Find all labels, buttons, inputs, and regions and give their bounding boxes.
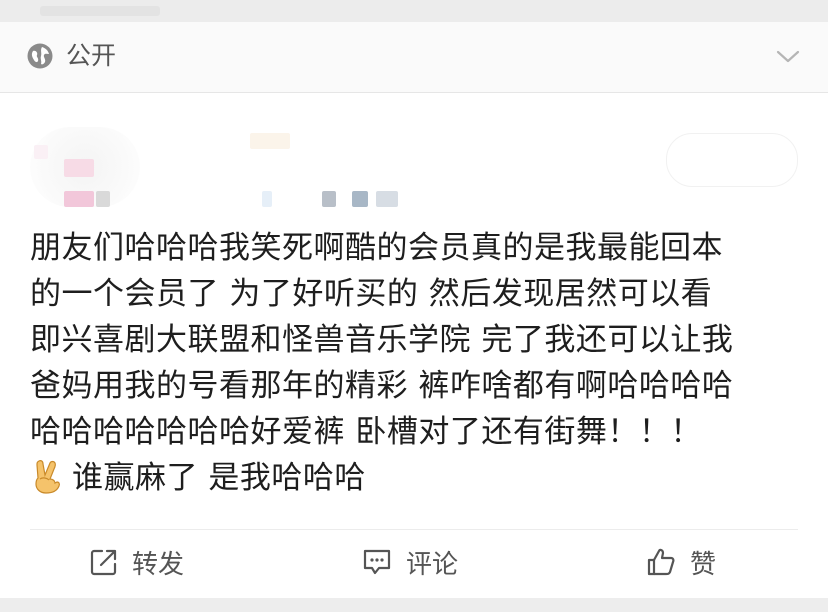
repost-button[interactable]: 转发 — [90, 544, 184, 580]
victory-hand-emoji-icon — [35, 460, 60, 494]
blurred-name-block — [96, 191, 110, 207]
post-text: 朋友们哈哈哈我笑死啊酷的会员真的是我最能回本 的一个会员了 为了好听买的 然后发… — [30, 225, 810, 501]
blurred-follow-button — [666, 133, 798, 187]
blurred-name-block — [34, 145, 48, 159]
blurred-name-block — [64, 191, 94, 207]
comment-icon — [363, 549, 391, 575]
chevron-down-icon[interactable] — [776, 44, 800, 68]
post-line: 爸妈用我的号看那年的精彩 裤咋啥都有啊哈哈哈哈 — [30, 368, 734, 404]
post-last-line-text: 谁赢麻了 是我哈哈哈 — [72, 460, 366, 496]
visibility-label: 公开 — [66, 41, 117, 70]
comment-button[interactable]: 评论 — [362, 544, 458, 580]
post-card: 朋友们哈哈哈我笑死啊酷的会员真的是我最能回本 的一个会员了 为了好听买的 然后发… — [0, 93, 828, 598]
thumbs-up-icon — [647, 548, 675, 576]
blurred-meta-block — [322, 191, 336, 207]
post-line: 哈哈哈哈哈哈哈好爱裤 卧槽对了还有街舞！！！ — [30, 414, 702, 450]
blurred-meta-block — [376, 191, 398, 207]
like-label: 赞 — [690, 549, 717, 580]
post-line: 朋友们哈哈哈我笑死啊酷的会员真的是我最能回本 — [30, 230, 723, 266]
repost-icon — [90, 549, 117, 576]
blurred-name-block — [64, 159, 94, 177]
post-last-line: 谁赢麻了 是我哈哈哈 — [30, 455, 810, 501]
globe-icon — [27, 43, 53, 69]
blurred-meta-block — [262, 191, 272, 207]
like-button[interactable]: 赞 — [646, 544, 716, 580]
blurred-meta-block — [352, 191, 368, 207]
blurred-meta-block — [250, 133, 290, 149]
repost-label: 转发 — [132, 549, 185, 580]
top-strip-placeholder — [40, 6, 160, 16]
post-line: 即兴喜剧大联盟和怪兽音乐学院 完了我还可以让我 — [30, 322, 734, 358]
bottom-strip — [0, 598, 828, 612]
visibility-header[interactable]: 公开 — [0, 22, 828, 93]
comment-label: 评论 — [406, 549, 459, 580]
post-line: 的一个会员了 为了好听买的 然后发现居然可以看 — [30, 276, 713, 312]
action-bar: 转发 评论 赞 — [0, 530, 828, 598]
top-strip — [0, 0, 828, 22]
